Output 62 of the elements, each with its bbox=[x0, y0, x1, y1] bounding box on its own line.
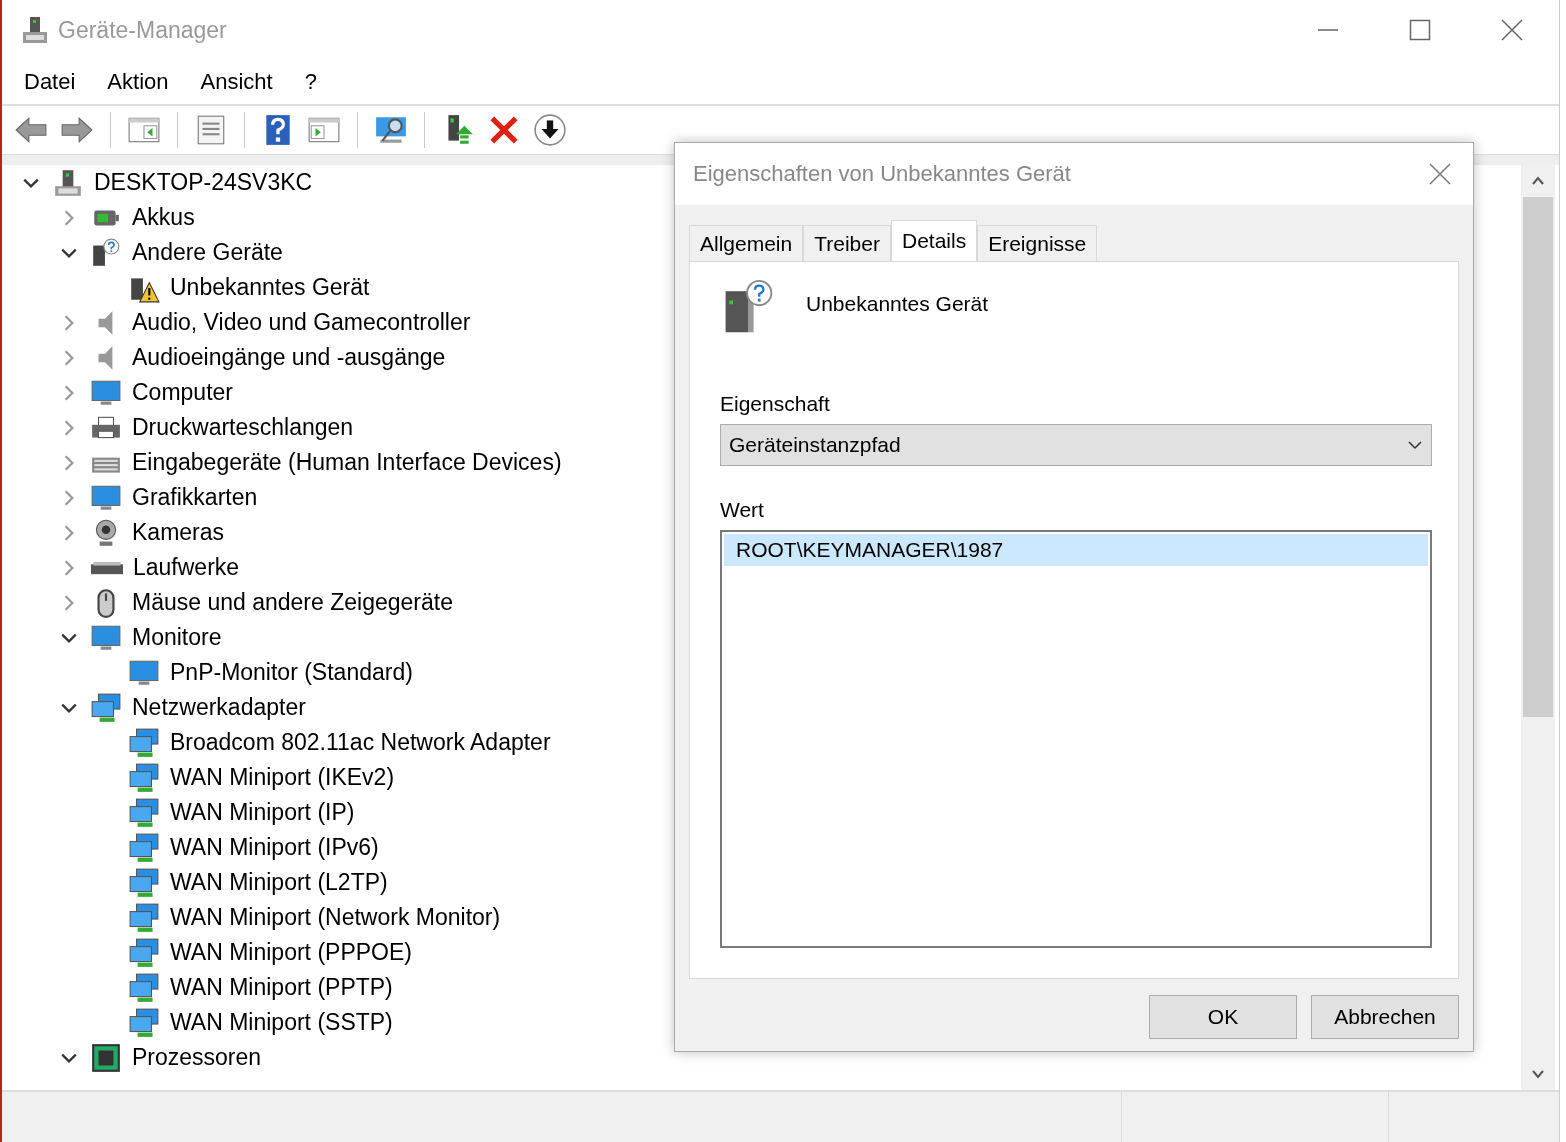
tab[interactable]: Treiber bbox=[803, 225, 891, 261]
tree-item[interactable]: Laufwerke bbox=[133, 554, 240, 581]
tab[interactable]: Ereignisse bbox=[977, 225, 1098, 261]
menu-item[interactable]: Ansicht bbox=[200, 69, 273, 95]
tree-item[interactable]: WAN Miniport (PPTP) bbox=[170, 974, 393, 1001]
close-icon[interactable] bbox=[1501, 19, 1523, 41]
close-icon[interactable] bbox=[1429, 163, 1451, 185]
tree-item[interactable]: WAN Miniport (Network Monitor) bbox=[170, 904, 501, 931]
network-icon bbox=[128, 831, 160, 864]
property-dropdown[interactable]: Geräteinstanzpfad bbox=[720, 424, 1432, 466]
network-icon bbox=[128, 866, 160, 899]
tree-item[interactable]: Unbekanntes Gerät bbox=[170, 274, 370, 301]
tree-item[interactable]: Akkus bbox=[132, 204, 195, 231]
network-icon bbox=[128, 796, 160, 829]
network-icon bbox=[128, 1006, 160, 1039]
scroll-thumb[interactable] bbox=[1523, 197, 1553, 717]
dialog-title: Eigenschaften von Unbekanntes Gerät bbox=[693, 161, 1071, 187]
tree-item[interactable]: Broadcom 802.11ac Network Adapter bbox=[170, 729, 551, 756]
tree-item[interactable]: WAN Miniport (SSTP) bbox=[170, 1009, 393, 1036]
menu-item[interactable]: Aktion bbox=[107, 69, 169, 95]
tab[interactable]: Allgemein bbox=[689, 225, 804, 261]
tree-item[interactable]: Audio, Video und Gamecontroller bbox=[132, 309, 471, 336]
dialog-button[interactable]: OK bbox=[1149, 995, 1297, 1039]
unknown-device-icon bbox=[90, 236, 122, 269]
window-title: Geräte-Manager bbox=[58, 16, 227, 44]
network-icon bbox=[90, 691, 122, 724]
tab[interactable]: Details bbox=[890, 220, 978, 261]
network-icon bbox=[128, 936, 160, 969]
value-label: Wert bbox=[720, 498, 765, 522]
tree-item[interactable]: Kameras bbox=[132, 519, 225, 546]
tree-item[interactable]: Mäuse und andere Zeigegeräte bbox=[132, 589, 453, 616]
dialog-button[interactable]: Abbrechen bbox=[1311, 995, 1459, 1039]
network-icon bbox=[128, 901, 160, 934]
maximize-icon[interactable] bbox=[1409, 19, 1431, 41]
property-label: Eigenschaft bbox=[720, 392, 831, 416]
menu-item[interactable]: Datei bbox=[24, 69, 76, 95]
tree-item[interactable]: Computer bbox=[132, 379, 233, 406]
tree-item[interactable]: WAN Miniport (PPPOE) bbox=[170, 939, 412, 966]
computer-icon bbox=[20, 15, 50, 45]
tree-item[interactable]: Druckwarteschlangen bbox=[132, 414, 354, 441]
tree-item[interactable]: Eingabegeräte (Human Interface Devices) bbox=[132, 449, 562, 476]
tree-item[interactable]: Grafikkarten bbox=[132, 484, 258, 511]
scrollbar[interactable] bbox=[1521, 165, 1555, 1090]
menu-item[interactable]: ? bbox=[304, 69, 317, 95]
tree-item[interactable]: WAN Miniport (IPv6) bbox=[170, 834, 379, 861]
tree-item[interactable]: Netzwerkadapter bbox=[132, 694, 306, 721]
tree-item[interactable]: Andere Geräte bbox=[132, 239, 283, 266]
tree-item[interactable]: Prozessoren bbox=[132, 1044, 262, 1071]
tree-item[interactable]: WAN Miniport (IP) bbox=[170, 799, 355, 826]
device-name: Unbekanntes Gerät bbox=[806, 292, 989, 316]
tree-item[interactable]: WAN Miniport (IKEv2) bbox=[170, 764, 395, 791]
tree-item[interactable]: DESKTOP-24SV3KC bbox=[94, 169, 313, 196]
download-icon[interactable] bbox=[533, 113, 567, 147]
chip-icon bbox=[90, 1041, 122, 1074]
list-item[interactable]: ROOT\KEYMANAGER\1987 bbox=[724, 534, 1428, 566]
tree-item[interactable]: WAN Miniport (L2TP) bbox=[170, 869, 388, 896]
tree-item[interactable]: Audioeingänge und -ausgänge bbox=[132, 344, 446, 371]
network-icon bbox=[128, 726, 160, 759]
tree-item[interactable]: PnP-Monitor (Standard) bbox=[170, 659, 413, 686]
network-icon bbox=[128, 761, 160, 794]
tree-item[interactable]: Monitore bbox=[132, 624, 222, 651]
network-icon bbox=[128, 971, 160, 1004]
